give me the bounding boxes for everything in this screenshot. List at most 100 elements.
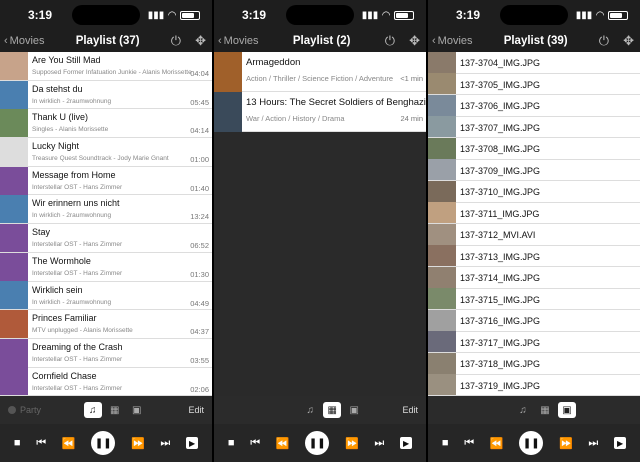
photo-thumbnail	[428, 266, 456, 288]
fast-forward-button[interactable]: ⏩	[345, 437, 359, 450]
movie-row[interactable]: Armageddon Action / Thriller / Science Fi…	[214, 52, 426, 92]
track-row[interactable]: Da stehst du In wirklich - 2raumwohnung 05…	[0, 80, 212, 110]
track-row[interactable]: Stay Interstellar OST - Hans Zimmer 06:52	[0, 223, 212, 253]
item-duration: 04:14	[190, 126, 209, 136]
music-note-icon[interactable]: ♫	[301, 402, 319, 418]
previous-button[interactable]: ⏮	[36, 437, 46, 450]
back-button[interactable]: ‹ Movies	[4, 35, 45, 47]
track-row[interactable]: Thank U (live) Singles - Alanis Morissett…	[0, 109, 212, 139]
track-row[interactable]: Are You Still Mad Supposed Former Infatua…	[0, 52, 212, 81]
row-text: 137-3707_IMG.JPG	[460, 117, 640, 138]
remote-dpad-icon[interactable]: ✥	[195, 33, 206, 49]
fast-forward-button[interactable]: ⏩	[131, 437, 145, 450]
photo-thumbnail	[428, 288, 456, 310]
play-pause-button[interactable]: ❚❚	[519, 431, 544, 455]
film-icon[interactable]: ▦	[536, 402, 554, 418]
photo-row[interactable]: 137-3708_IMG.JPG	[428, 137, 640, 160]
row-text: 137-3716_IMG.JPG	[460, 310, 640, 331]
next-button[interactable]: ⏭	[160, 437, 170, 450]
photo-row[interactable]: 137-3706_IMG.JPG	[428, 94, 640, 117]
back-button[interactable]: ‹ Movies	[218, 35, 259, 47]
previous-button[interactable]: ⏮	[464, 437, 474, 450]
photo-row[interactable]: 137-3714_IMG.JPG	[428, 266, 640, 289]
photo-row[interactable]: 137-3704_IMG.JPG	[428, 52, 640, 74]
photo-row[interactable]: 137-3711_IMG.JPG	[428, 202, 640, 224]
photo-row[interactable]: 137-3712_MVI.AVI	[428, 223, 640, 246]
play-pause-button[interactable]: ❚❚	[91, 431, 116, 455]
track-row[interactable]: The Wormhole Interstellar OST - Hans Zimm…	[0, 252, 212, 282]
rewind-button[interactable]: ⏪	[62, 437, 76, 450]
screens: 3:19 ▮▮▮ ◠ ‹ Movies Playlist (37) ⏻ ✥ Ar…	[0, 0, 640, 462]
power-icon[interactable]: ⏻	[599, 33, 609, 49]
battery-icon	[180, 10, 200, 20]
music-note-icon[interactable]: ♫	[83, 402, 102, 418]
album-art	[0, 281, 28, 310]
photo-row[interactable]: 137-3713_IMG.JPG	[428, 245, 640, 267]
photo-row[interactable]: 137-3716_IMG.JPG	[428, 309, 640, 332]
item-title: 137-3709_IMG.JPG	[460, 165, 541, 176]
stop-button[interactable]: ■	[14, 437, 21, 449]
fast-forward-button[interactable]: ⏩	[559, 437, 573, 450]
remote-dpad-icon[interactable]: ✥	[409, 33, 420, 49]
track-row[interactable]: Cornfield Chase Interstellar OST - Hans Z…	[0, 367, 212, 396]
photo-row[interactable]: 137-3709_IMG.JPG	[428, 159, 640, 181]
photo-row[interactable]: 137-3715_IMG.JPG	[428, 288, 640, 310]
edit-button[interactable]: Edit	[188, 405, 204, 415]
power-icon[interactable]: ⏻	[171, 33, 181, 49]
movie-row[interactable]: 13 Hours: The Secret Soldiers of Benghaz…	[214, 91, 426, 132]
row-text: 137-3713_IMG.JPG	[460, 246, 640, 267]
remote-dpad-icon[interactable]: ✥	[623, 33, 634, 49]
battery-icon	[394, 10, 414, 20]
item-subtitle: Interstellar OST - Hans Zimmer	[32, 384, 123, 392]
party-toggle[interactable]: Party	[8, 405, 41, 415]
power-icon[interactable]: ⏻	[385, 33, 395, 49]
item-title: 137-3719_IMG.JPG	[460, 380, 541, 391]
movie-playlist-screen: 3:19 ▮▮▮ ◠ ‹ Movies Playlist (2) ⏻ ✥ Arm…	[214, 0, 426, 462]
row-text: Are You Still Mad Supposed Former Infatua…	[32, 52, 212, 80]
wifi-icon: ◠	[596, 9, 604, 21]
back-label: Movies	[437, 35, 473, 47]
back-button[interactable]: ‹ Movies	[432, 35, 473, 47]
photo-row[interactable]: 137-3710_IMG.JPG	[428, 180, 640, 203]
track-row[interactable]: Wir erinnern uns nicht In wirklich - 2rau…	[0, 195, 212, 225]
stop-button[interactable]: ■	[442, 437, 449, 449]
image-icon[interactable]: ▣	[345, 402, 363, 418]
photo-row[interactable]: 137-3707_IMG.JPG	[428, 116, 640, 138]
item-title: 137-3710_IMG.JPG	[460, 187, 541, 197]
playlist-title: Playlist (39)	[503, 35, 568, 47]
stop-button[interactable]: ■	[228, 437, 235, 449]
next-button[interactable]: ⏭	[588, 437, 598, 450]
film-icon[interactable]: ▦	[106, 402, 124, 418]
play-button[interactable]: ▶	[186, 437, 199, 449]
chevron-left-icon: ‹	[432, 35, 436, 47]
photo-row[interactable]: 137-3705_IMG.JPG	[428, 73, 640, 95]
edit-button[interactable]: Edit	[402, 405, 418, 415]
photo-row[interactable]: 137-3719_IMG.JPG	[428, 374, 640, 396]
image-icon[interactable]: ▣	[558, 402, 576, 418]
album-art	[0, 137, 28, 166]
previous-button[interactable]: ⏮	[250, 437, 260, 450]
item-duration: 04:37	[190, 327, 209, 337]
item-duration: 06:52	[190, 241, 209, 251]
track-row[interactable]: Dreaming of the Crash Interstellar OST - …	[0, 338, 212, 368]
next-button[interactable]: ⏭	[374, 437, 384, 450]
track-row[interactable]: Wirklich sein In wirklich - 2raumwohnung 0…	[0, 281, 212, 311]
track-row[interactable]: Lucky Night Treasure Quest Soundtrack - J…	[0, 137, 212, 167]
rewind-button[interactable]: ⏪	[276, 437, 290, 450]
rewind-button[interactable]: ⏪	[490, 437, 504, 450]
photo-row[interactable]: 137-3718_IMG.JPG	[428, 352, 640, 375]
track-row[interactable]: Princes Familiar MTV unplugged - Alanis M…	[0, 310, 212, 339]
play-button[interactable]: ▶	[400, 437, 413, 449]
item-title: Wir erinnern uns nicht	[32, 198, 120, 209]
play-pause-button[interactable]: ❚❚	[305, 431, 330, 455]
row-text: 137-3705_IMG.JPG	[460, 74, 640, 95]
item-title: 137-3712_MVI.AVI	[460, 230, 536, 240]
image-icon[interactable]: ▣	[128, 402, 146, 418]
item-title: 137-3716_IMG.JPG	[460, 316, 541, 326]
photo-row[interactable]: 137-3717_IMG.JPG	[428, 331, 640, 353]
item-subtitle: War / Action / History / Drama	[246, 114, 345, 123]
film-icon[interactable]: ▦	[323, 402, 342, 418]
music-note-icon[interactable]: ♫	[514, 402, 532, 418]
play-button[interactable]: ▶	[614, 437, 627, 449]
track-row[interactable]: Message from Home Interstellar OST - Hans…	[0, 166, 212, 196]
